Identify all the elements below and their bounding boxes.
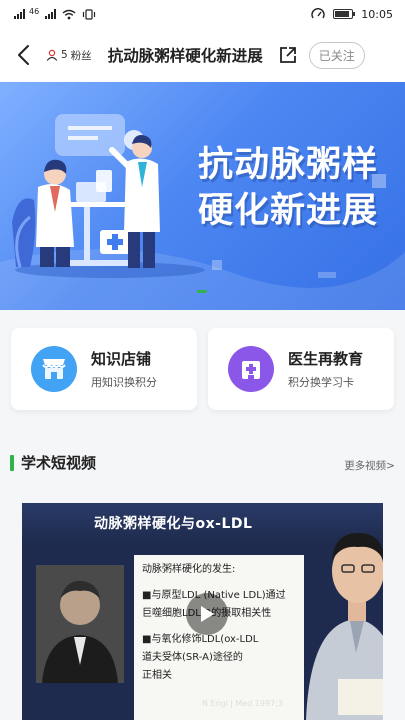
battery-icon: [333, 9, 356, 19]
network-type-label: 46: [29, 6, 40, 16]
section-accent-bar: [10, 454, 14, 471]
doctor-education-subtitle: 积分换学习卡: [288, 376, 354, 389]
signal-icon: [45, 9, 57, 19]
knowledge-store-card[interactable]: 知识店铺 用知识换积分: [11, 328, 197, 410]
banner-carousel[interactable]: 抗动脉粥样 硬化新进展: [0, 82, 405, 310]
knowledge-store-subtitle: 用知识换积分: [91, 376, 157, 389]
more-videos-link[interactable]: 更多视频>: [344, 458, 395, 473]
fans-number: 5: [61, 49, 68, 61]
banner-headline: 抗动脉粥样 硬化新进展: [178, 142, 398, 234]
video-player[interactable]: 动脉粥样硬化与ox-LDL 动脉粥样硬化的发生: ■与原型LDL (Native…: [22, 503, 383, 720]
slide-line: 正相关: [142, 670, 172, 681]
play-icon: [201, 606, 214, 622]
user-icon: [46, 49, 58, 61]
section-header: 学术短视频: [10, 452, 96, 473]
wifi-icon: [62, 9, 76, 19]
page-title: 抗动脉粥样硬化新进展: [107, 47, 263, 65]
status-bar: 46 10:05: [0, 0, 405, 28]
status-left: 46: [14, 6, 96, 20]
speedometer-icon: [311, 8, 325, 19]
play-button[interactable]: [186, 593, 228, 635]
back-button[interactable]: [10, 40, 36, 70]
carousel-indicator[interactable]: [197, 290, 207, 293]
hospital-icon: [228, 346, 274, 392]
share-icon: [279, 47, 296, 63]
knowledge-store-title: 知识店铺: [91, 350, 152, 368]
vibrate-icon: [83, 8, 96, 20]
slide-body: 动脉粥样硬化的发生: ■与原型LDL (Native LDL)通过 巨噬细胞LD…: [134, 555, 304, 720]
status-time: 10:05: [361, 7, 393, 21]
banner-line-2: 硬化新进展: [197, 191, 378, 231]
doctor-education-card[interactable]: 医生再教育 积分换学习卡: [208, 328, 394, 410]
sim-signal-icon: [14, 9, 25, 19]
fans-label: 粉丝: [70, 49, 92, 62]
share-button[interactable]: [277, 44, 299, 66]
chevron-left-icon: [18, 45, 29, 65]
doctor-education-text: 医生再教育 积分换学习卡: [288, 348, 363, 390]
doctor-education-title: 医生再教育: [288, 350, 364, 368]
portrait-photo: [36, 565, 124, 683]
status-right: 10:05: [311, 8, 393, 21]
presenter-image: [306, 533, 383, 720]
banner-line-1: 抗动脉粥样: [197, 145, 378, 185]
follow-button[interactable]: 已关注: [308, 41, 365, 69]
store-icon: [31, 346, 77, 392]
slide-title: 动脉粥样硬化与ox-LDL: [94, 516, 253, 532]
knowledge-store-text: 知识店铺 用知识换积分: [91, 348, 157, 390]
slide-line: 道夫受体(SR-A)途径的: [142, 652, 243, 663]
section-title: 学术短视频: [21, 454, 97, 472]
top-header: 5 粉丝 抗动脉粥样硬化新进展 已关注: [0, 28, 405, 82]
slide-line: 动脉粥样硬化的发生:: [142, 564, 236, 575]
fans-count[interactable]: 5 粉丝: [46, 48, 92, 63]
slide-citation: N Engl J Med 1997;3: [202, 699, 283, 708]
slide-line: ■与氧化修饰LDL(ox-LDL: [142, 634, 259, 645]
